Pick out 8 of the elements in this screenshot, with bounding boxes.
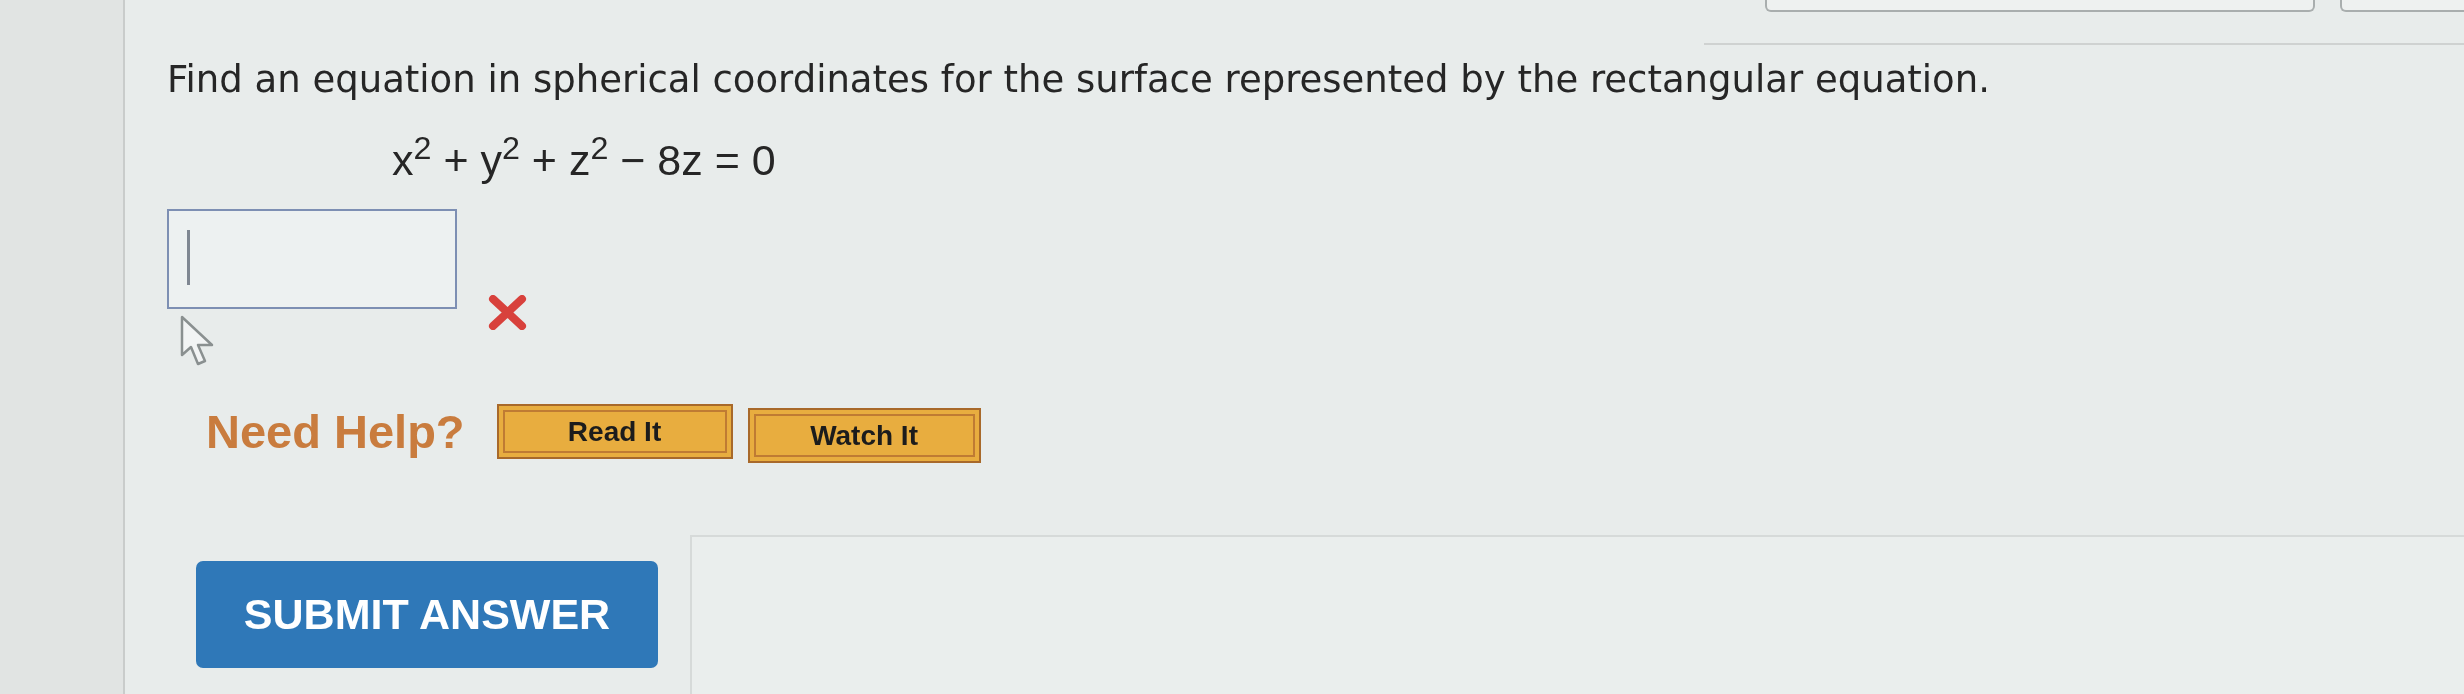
- question-prompt: Find an equation in spherical coordinates for the surface represented by the rectangular equation.: [167, 57, 1990, 103]
- help-label: Need Help?: [206, 405, 465, 459]
- answer-field[interactable]: [167, 209, 457, 309]
- equation: x$^{2}$ + y$^{2}$ + z$^{2}$ − 8z = 0: [392, 135, 776, 185]
- help-button[interactable]: Read It: [496, 404, 733, 459]
- mouse-pointer-icon: [180, 315, 215, 367]
- submit-button[interactable]: SUBMIT ANSWER: [196, 561, 658, 668]
- help-button[interactable]: Watch It: [747, 408, 981, 463]
